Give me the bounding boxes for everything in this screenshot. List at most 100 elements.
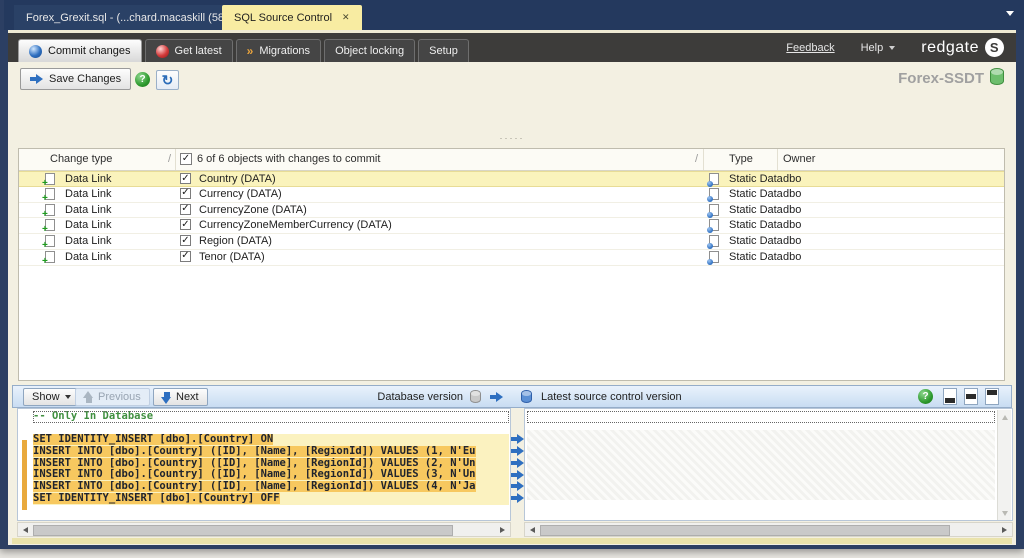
table-row[interactable]: Data Link✓Currency (DATA)Static Datadbo bbox=[19, 187, 1004, 203]
show-dropdown[interactable]: Show bbox=[23, 388, 80, 406]
next-button[interactable]: Next bbox=[153, 388, 208, 406]
type-cell: Static Data bbox=[729, 188, 783, 200]
document-tabstrip: Forex_Grexit.sql - (...chard.macaskill (… bbox=[4, 0, 1024, 30]
change-type-cell: Data Link bbox=[65, 173, 111, 185]
save-arrow-icon bbox=[30, 74, 43, 84]
arrow-up-icon bbox=[84, 392, 93, 403]
diff-pane-database[interactable]: -- Only In Database SET IDENTITY_INSERT [… bbox=[17, 408, 511, 521]
layout-bottom-button[interactable] bbox=[943, 388, 957, 405]
horizontal-scrollbar-left[interactable] bbox=[17, 522, 511, 537]
table-row[interactable]: Data Link✓CurrencyZoneMemberCurrency (DA… bbox=[19, 218, 1004, 234]
row-checkbox[interactable]: ✓ bbox=[180, 235, 191, 246]
diff-line: INSERT INTO [dbo].[Country] ([ID], [Name… bbox=[33, 458, 509, 470]
ribbon-tabs: Commit changes Get latest » Migrations O… bbox=[18, 39, 469, 62]
scroll-right-icon[interactable] bbox=[1002, 527, 1007, 533]
column-owner[interactable]: Owner bbox=[783, 153, 815, 165]
refresh-icon: ↻ bbox=[162, 72, 174, 89]
data-link-icon bbox=[45, 251, 55, 263]
arrow-down-icon bbox=[162, 392, 171, 403]
close-icon[interactable]: ✕ bbox=[342, 12, 350, 23]
tab-get-latest[interactable]: Get latest bbox=[145, 39, 233, 62]
scroll-left-icon[interactable] bbox=[530, 527, 535, 533]
table-row[interactable]: Data Link✓CurrencyZone (DATA)Static Data… bbox=[19, 203, 1004, 219]
scrollbar-thumb[interactable] bbox=[540, 525, 950, 536]
diff-left-code: -- Only In Database SET IDENTITY_INSERT [… bbox=[33, 411, 509, 505]
database-cylinder-icon bbox=[990, 68, 1004, 85]
tab-migrations[interactable]: » Migrations bbox=[236, 39, 321, 62]
object-name-cell: CurrencyZoneMemberCurrency (DATA) bbox=[199, 219, 392, 231]
change-type-cell: Data Link bbox=[65, 235, 111, 247]
table-row[interactable]: Data Link✓Country (DATA)Static Datadbo bbox=[19, 171, 1004, 187]
grid-header: Change type / ✓ 6 of 6 objects with chan… bbox=[19, 149, 1004, 171]
copy-to-right-arrow-icon[interactable] bbox=[511, 493, 524, 503]
diff-help-icon[interactable]: ? bbox=[918, 389, 933, 404]
owner-cell: dbo bbox=[783, 235, 801, 247]
previous-button[interactable]: Previous bbox=[75, 388, 150, 406]
data-link-icon bbox=[45, 235, 55, 247]
commit-sphere-icon bbox=[29, 45, 42, 58]
horizontal-scrollbar-right[interactable] bbox=[524, 522, 1013, 537]
copy-to-right-arrow-icon[interactable] bbox=[511, 434, 524, 444]
migrations-chevrons-icon: » bbox=[247, 45, 254, 57]
layout-split-button[interactable] bbox=[964, 388, 978, 405]
static-data-icon bbox=[709, 251, 719, 263]
copy-to-right-arrow-icon[interactable] bbox=[511, 470, 524, 480]
diff-line: INSERT INTO [dbo].[Country] ([ID], [Name… bbox=[33, 446, 509, 458]
pane-splitter[interactable]: ····· bbox=[8, 133, 1016, 142]
change-type-cell: Data Link bbox=[65, 204, 111, 216]
diff-pane-source-control[interactable] bbox=[524, 408, 1013, 521]
type-cell: Static Data bbox=[729, 219, 783, 231]
row-checkbox[interactable]: ✓ bbox=[180, 173, 191, 184]
row-checkbox[interactable]: ✓ bbox=[180, 204, 191, 215]
tab-object-locking[interactable]: Object locking bbox=[324, 39, 415, 62]
row-checkbox[interactable]: ✓ bbox=[180, 251, 191, 262]
diff-gutter bbox=[511, 408, 524, 521]
save-changes-button[interactable]: Save Changes bbox=[20, 68, 131, 90]
layout-top-button[interactable] bbox=[985, 388, 999, 405]
change-type-cell: Data Link bbox=[65, 251, 111, 263]
object-name-cell: Country (DATA) bbox=[199, 173, 276, 185]
owner-cell: dbo bbox=[783, 204, 801, 216]
tab-commit-changes[interactable]: Commit changes bbox=[18, 39, 142, 62]
scrollbar-thumb[interactable] bbox=[33, 525, 453, 536]
static-data-icon bbox=[709, 188, 719, 200]
copy-to-right-arrow-icon[interactable] bbox=[511, 458, 524, 468]
select-all-checkbox[interactable]: ✓ bbox=[180, 153, 192, 165]
database-version-label: Database version bbox=[377, 391, 463, 403]
diff-line: INSERT INTO [dbo].[Country] ([ID], [Name… bbox=[33, 469, 509, 481]
table-row[interactable]: Data Link✓Tenor (DATA)Static Datadbo bbox=[19, 250, 1004, 266]
row-checkbox[interactable]: ✓ bbox=[180, 219, 191, 230]
tab-list-chevron-icon[interactable] bbox=[1006, 11, 1014, 16]
doc-tab-sql-source-control[interactable]: SQL Source Control ✕ bbox=[222, 5, 362, 30]
scroll-up-icon[interactable] bbox=[1002, 415, 1008, 420]
copy-to-right-arrow-icon[interactable] bbox=[511, 446, 524, 456]
source-control-ribbon: Commit changes Get latest » Migrations O… bbox=[8, 33, 1016, 62]
redgate-logo: redgate S bbox=[921, 38, 1004, 57]
static-data-icon bbox=[709, 204, 719, 216]
selection-outline bbox=[527, 411, 995, 423]
refresh-button[interactable]: ↻ bbox=[156, 70, 179, 90]
column-change-type[interactable]: Change type bbox=[50, 153, 112, 165]
static-data-icon bbox=[709, 173, 719, 185]
doc-tab-forex-grexit[interactable]: Forex_Grexit.sql - (...chard.macaskill (… bbox=[14, 5, 243, 30]
column-type[interactable]: Type bbox=[729, 153, 753, 165]
help-icon[interactable]: ? bbox=[135, 72, 150, 87]
help-menu[interactable]: Help bbox=[861, 42, 896, 54]
scroll-left-icon[interactable] bbox=[23, 527, 28, 533]
source-control-cylinder-icon bbox=[521, 390, 532, 403]
change-type-cell: Data Link bbox=[65, 188, 111, 200]
table-row[interactable]: Data Link✓Region (DATA)Static Datadbo bbox=[19, 234, 1004, 250]
diff-line: SET IDENTITY_INSERT [dbo].[Country] OFF bbox=[33, 493, 509, 505]
diff-line bbox=[33, 423, 509, 435]
tab-setup[interactable]: Setup bbox=[418, 39, 469, 62]
scroll-down-icon[interactable] bbox=[1002, 511, 1008, 516]
copy-to-right-arrow-icon[interactable] bbox=[511, 481, 524, 491]
object-name-cell: Currency (DATA) bbox=[199, 188, 282, 200]
vertical-scrollbar[interactable] bbox=[997, 410, 1011, 521]
static-data-icon bbox=[709, 219, 719, 231]
scroll-right-icon[interactable] bbox=[500, 527, 505, 533]
row-checkbox[interactable]: ✓ bbox=[180, 188, 191, 199]
owner-cell: dbo bbox=[783, 219, 801, 231]
diff-line: -- Only In Database bbox=[33, 411, 509, 423]
feedback-link[interactable]: Feedback bbox=[786, 42, 834, 54]
